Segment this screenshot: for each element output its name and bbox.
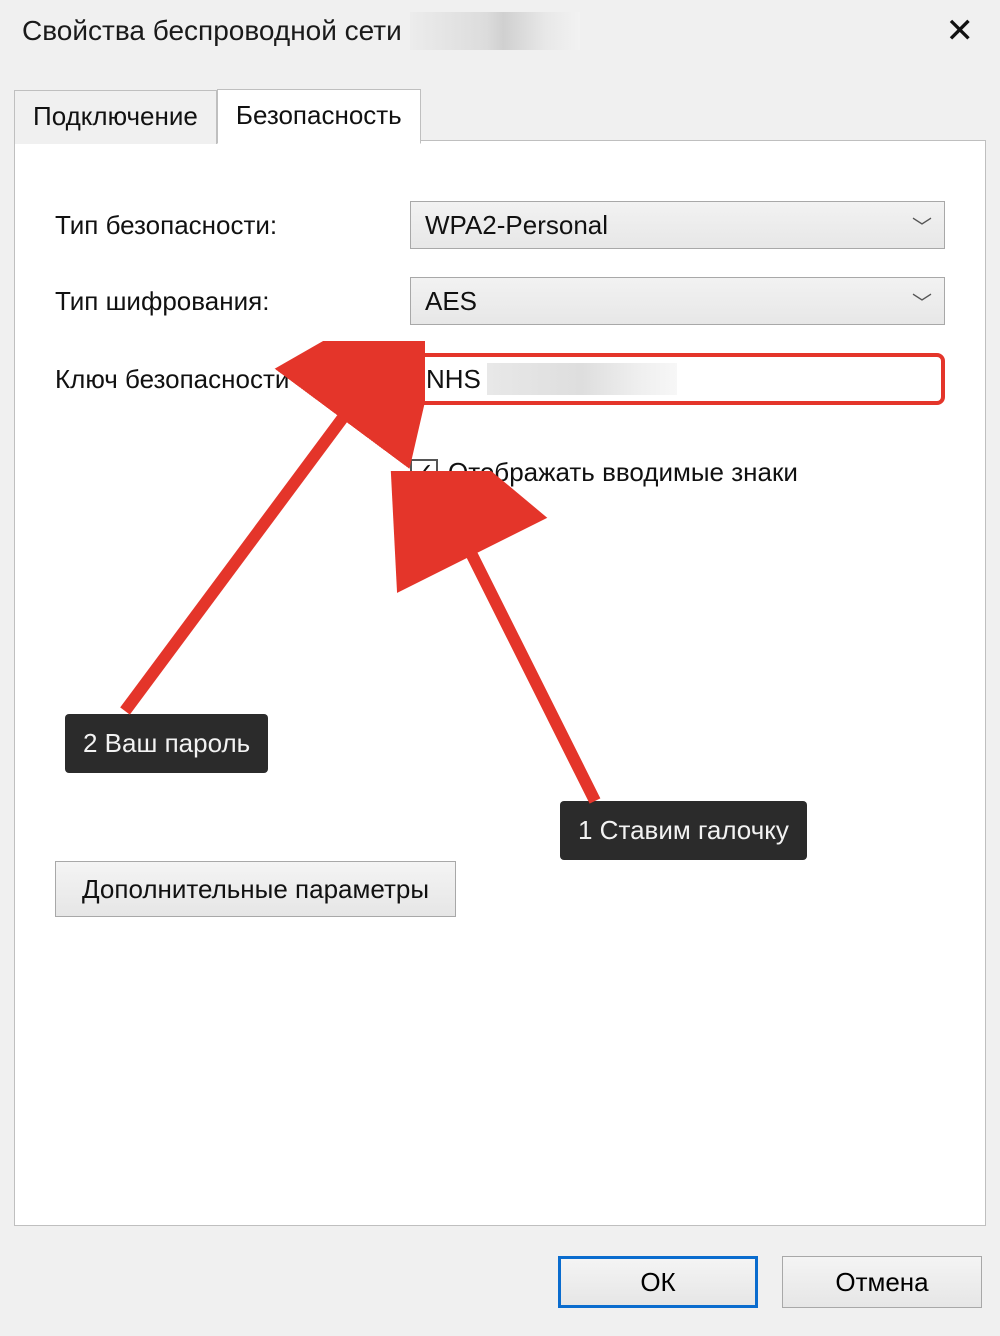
cancel-button[interactable]: Отмена — [782, 1256, 982, 1308]
redacted-ssid — [410, 12, 580, 50]
select-encryption-value: AES — [425, 286, 477, 317]
row-encryption: Тип шифрования: AES ﹀ — [55, 277, 945, 325]
tab-connection-label: Подключение — [33, 101, 198, 131]
close-icon[interactable]: ✕ — [936, 10, 985, 52]
annotation-set-checkbox-text: 1 Ставим галочку — [578, 815, 789, 845]
advanced-settings-button[interactable]: Дополнительные параметры — [55, 861, 456, 917]
select-security-type-value: WPA2-Personal — [425, 210, 608, 241]
annotation-set-checkbox: 1 Ставим галочку — [560, 801, 807, 860]
dialog-buttons: ОК Отмена — [558, 1256, 982, 1308]
advanced-settings-label: Дополнительные параметры — [82, 874, 429, 905]
row-show-characters: ✓ Отображать вводимые знаки — [410, 457, 945, 488]
annotation-arrow-icon — [385, 471, 645, 811]
chevron-down-icon: ﹀ — [912, 211, 932, 240]
label-encryption: Тип шифрования: — [55, 286, 410, 317]
tab-connection[interactable]: Подключение — [14, 90, 217, 144]
tab-security-label: Безопасность — [236, 100, 402, 130]
label-security-key: Ключ безопасности сети — [55, 364, 410, 395]
row-security-key: Ключ безопасности сети NHS — [55, 353, 945, 405]
input-security-key[interactable]: NHS — [410, 353, 945, 405]
window-title: Свойства беспроводной сети — [22, 12, 580, 50]
ok-button-label: ОК — [640, 1267, 675, 1298]
row-security-type: Тип безопасности: WPA2-Personal ﹀ — [55, 201, 945, 249]
label-security-type: Тип безопасности: — [55, 210, 410, 241]
chevron-down-icon: ﹀ — [912, 287, 932, 316]
label-show-characters: Отображать вводимые знаки — [448, 457, 798, 488]
checkmark-icon: ✓ — [414, 461, 434, 485]
tab-row: Подключение Безопасность — [14, 88, 986, 143]
select-security-type[interactable]: WPA2-Personal ﹀ — [410, 201, 945, 249]
input-security-key-value: NHS — [426, 364, 481, 395]
select-encryption[interactable]: AES ﹀ — [410, 277, 945, 325]
annotation-your-password: 2 Ваш пароль — [65, 714, 268, 773]
tab-panel-security: Тип безопасности: WPA2-Personal ﹀ Тип ши… — [14, 140, 986, 1226]
titlebar: Свойства беспроводной сети ✕ — [0, 0, 1000, 62]
cancel-button-label: Отмена — [835, 1267, 928, 1298]
annotation-your-password-text: 2 Ваш пароль — [83, 728, 250, 758]
checkbox-show-characters[interactable]: ✓ — [410, 459, 438, 487]
window-title-text: Свойства беспроводной сети — [22, 15, 402, 47]
ok-button[interactable]: ОК — [558, 1256, 758, 1308]
redacted-key-remainder — [487, 363, 677, 395]
tab-security[interactable]: Безопасность — [217, 89, 421, 144]
tabs-wrap: Подключение Безопасность Тип безопасност… — [14, 88, 986, 1226]
